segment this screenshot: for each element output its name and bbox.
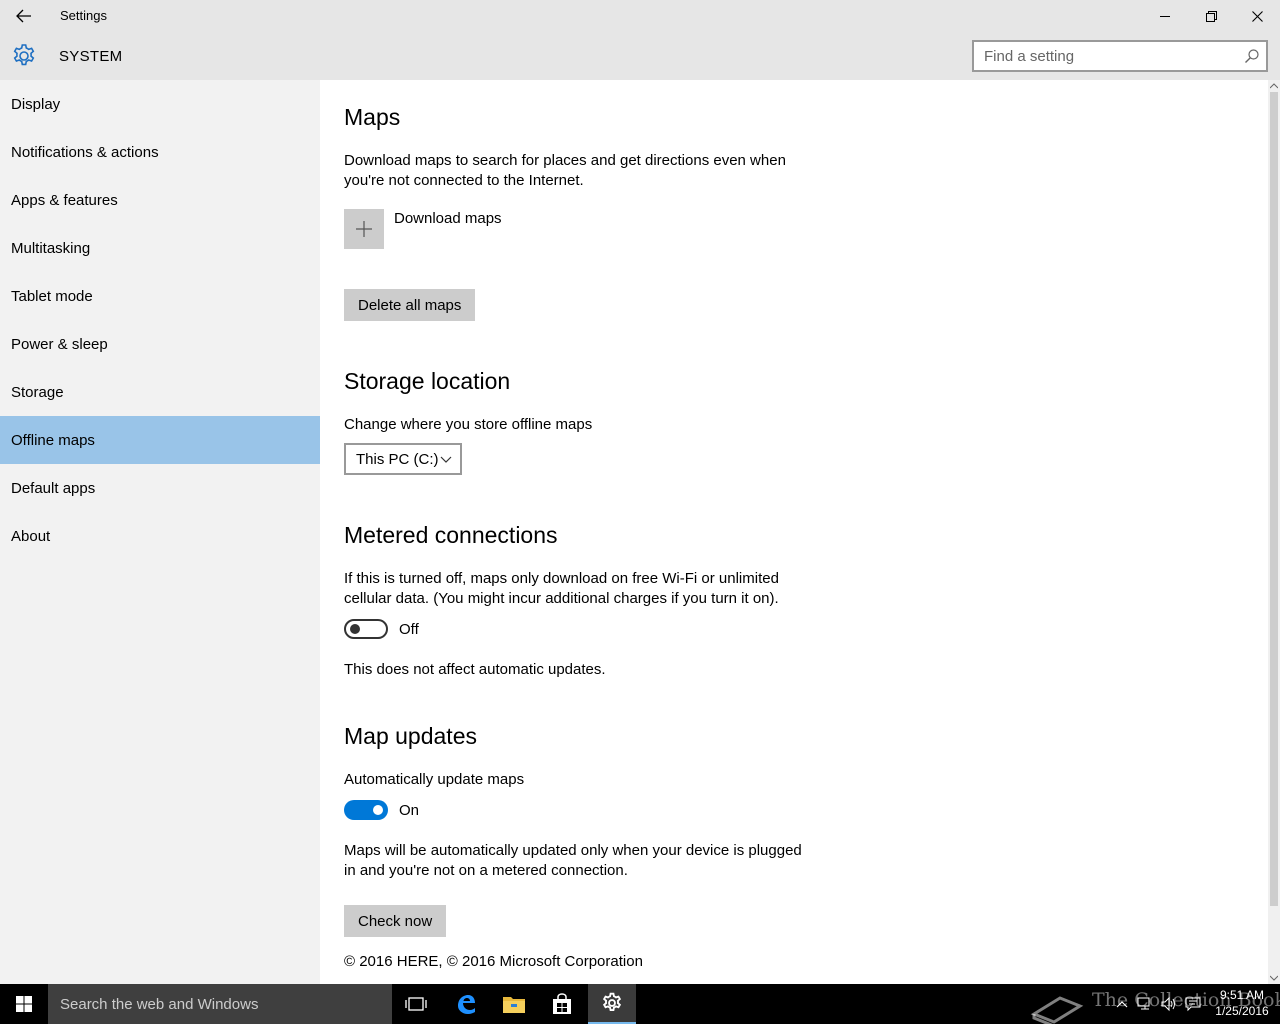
windows-logo-icon xyxy=(16,996,32,1012)
taskbar-search-placeholder: Search the web and Windows xyxy=(60,995,259,1013)
sidebar-item-display[interactable]: Display xyxy=(0,80,320,128)
edge-icon xyxy=(458,995,475,1014)
metered-connections-heading: Metered connections xyxy=(344,522,558,548)
scrollbar-thumb[interactable] xyxy=(1270,92,1278,906)
metered-toggle[interactable] xyxy=(344,619,388,639)
action-center-button[interactable] xyxy=(1182,984,1204,1024)
show-hidden-icons-button[interactable] xyxy=(1112,984,1132,1024)
plus-icon xyxy=(356,221,372,237)
gear-icon xyxy=(602,992,622,1012)
find-setting-search[interactable] xyxy=(972,40,1268,72)
metered-note: This does not affect automatic updates. xyxy=(344,661,606,678)
store-bag-icon xyxy=(553,993,571,1014)
taskbar-clock[interactable]: 9:51 AM 1/25/2016 xyxy=(1208,987,1276,1019)
watermark-book-icon xyxy=(1030,996,1084,1024)
metered-description: If this is turned off, maps only downloa… xyxy=(344,570,779,607)
clock-time: 9:51 AM xyxy=(1219,988,1265,1002)
edge-browser-button[interactable] xyxy=(442,984,490,1024)
storage-location-dropdown[interactable]: This PC (C:) xyxy=(344,443,462,475)
auto-update-toggle[interactable] xyxy=(344,800,388,820)
sidebar-item-notifications[interactable]: Notifications & actions xyxy=(0,128,320,176)
taskbar-search-box[interactable]: Search the web and Windows xyxy=(48,984,392,1024)
auto-update-toggle-row: On xyxy=(344,800,419,820)
window-title: Settings xyxy=(60,8,107,23)
auto-update-label: Automatically update maps xyxy=(344,771,525,788)
scroll-up-icon xyxy=(1270,83,1278,89)
sidebar-nav: Display Notifications & actions Apps & f… xyxy=(0,80,320,984)
sidebar-item-multitasking[interactable]: Multitasking xyxy=(0,224,320,272)
store-button[interactable] xyxy=(538,984,586,1024)
chevron-up-icon xyxy=(1116,1001,1128,1008)
task-view-icon xyxy=(405,997,427,1011)
sidebar-item-power-sleep[interactable]: Power & sleep xyxy=(0,320,320,368)
sidebar-item-offline-maps[interactable]: Offline maps xyxy=(0,416,320,464)
task-view-button[interactable] xyxy=(392,984,440,1024)
updates-description: Maps will be automatically updated only … xyxy=(344,842,802,879)
clock-date: 1/25/2016 xyxy=(1215,1004,1269,1018)
delete-all-maps-button[interactable]: Delete all maps xyxy=(344,289,476,321)
content-pane: Maps Download maps to search for places … xyxy=(320,80,1268,984)
auto-update-toggle-state: On xyxy=(399,801,420,819)
speaker-icon xyxy=(1161,996,1175,1012)
minimize-icon xyxy=(1159,15,1170,17)
copyright-text: © 2016 HERE, © 2016 Microsoft Corporatio… xyxy=(344,953,643,970)
dropdown-selected-value: This PC (C:) xyxy=(356,450,439,468)
scroll-up-button[interactable] xyxy=(1268,80,1280,92)
network-icon xyxy=(1137,997,1150,1010)
file-explorer-button[interactable] xyxy=(490,984,538,1024)
maps-heading: Maps xyxy=(344,104,401,130)
minimize-button[interactable] xyxy=(1142,0,1188,32)
back-arrow-icon xyxy=(16,9,31,23)
title-bar: Settings xyxy=(0,0,1280,32)
gear-icon xyxy=(13,44,35,66)
storage-location-heading: Storage location xyxy=(344,368,511,394)
storage-description: Change where you store offline maps xyxy=(344,416,593,433)
restore-button[interactable] xyxy=(1188,0,1234,32)
notification-icon xyxy=(1185,997,1201,1012)
metered-toggle-state: Off xyxy=(399,620,419,638)
sidebar-item-tablet-mode[interactable]: Tablet mode xyxy=(0,272,320,320)
scroll-down-icon xyxy=(1270,975,1278,981)
search-input[interactable] xyxy=(974,42,1224,70)
network-tray-button[interactable] xyxy=(1134,984,1156,1024)
settings-header: SYSTEM xyxy=(0,32,1280,80)
start-button[interactable] xyxy=(0,984,48,1024)
page-title: SYSTEM xyxy=(59,48,123,65)
settings-taskbar-button[interactable] xyxy=(588,984,636,1024)
folder-icon xyxy=(503,997,525,1013)
sidebar-item-apps-features[interactable]: Apps & features xyxy=(0,176,320,224)
scroll-down-button[interactable] xyxy=(1268,972,1280,984)
toggle-knob xyxy=(350,624,360,634)
download-maps-button[interactable]: Download maps xyxy=(344,209,502,249)
plus-tile[interactable] xyxy=(344,209,384,249)
check-now-button[interactable]: Check now xyxy=(344,905,447,937)
restore-icon xyxy=(1205,10,1217,22)
download-maps-label: Download maps xyxy=(394,210,502,227)
maps-description: Download maps to search for places and g… xyxy=(344,152,786,189)
close-button[interactable] xyxy=(1234,0,1280,32)
sidebar-item-default-apps[interactable]: Default apps xyxy=(0,464,320,512)
close-icon xyxy=(1251,10,1263,22)
back-button[interactable] xyxy=(0,0,48,32)
toggle-knob xyxy=(373,805,383,815)
volume-tray-button[interactable] xyxy=(1158,984,1180,1024)
chevron-down-icon xyxy=(440,456,452,463)
metered-toggle-row: Off xyxy=(344,619,419,639)
search-icon[interactable] xyxy=(1244,48,1260,64)
map-updates-heading: Map updates xyxy=(344,723,477,749)
sidebar-item-storage[interactable]: Storage xyxy=(0,368,320,416)
taskbar: Search the web and Windows The Collectio… xyxy=(0,984,1280,1024)
sidebar-item-about[interactable]: About xyxy=(0,512,320,560)
